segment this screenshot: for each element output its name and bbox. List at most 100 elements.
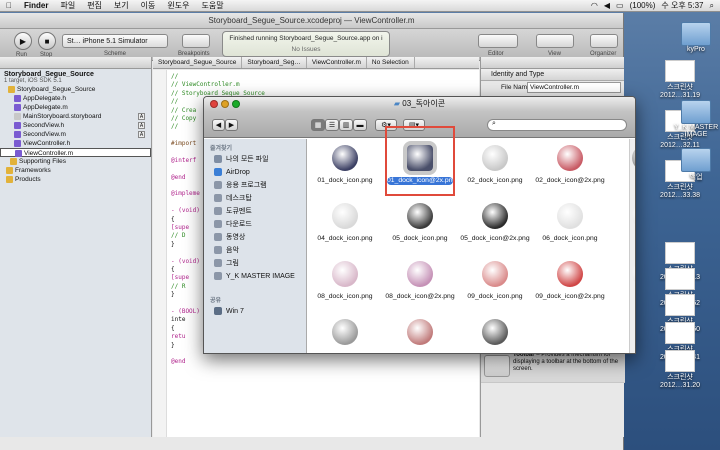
navigator-item[interactable]: AppDelegate.h <box>0 94 151 103</box>
file-item[interactable]: 01_dock_icon.png <box>308 143 382 198</box>
file-item[interactable]: 09_dock_icon@2x.png <box>533 259 607 314</box>
status-text: Finished running Storyboard_Segue_Source… <box>229 35 383 42</box>
search-input[interactable]: ⌕ <box>487 119 627 131</box>
file-item[interactable]: 02_dock_icon@2x.png <box>533 143 607 198</box>
desktop-screenshot[interactable]: 스크린샷 2012…31.19 <box>652 60 708 99</box>
inspector-tabs[interactable] <box>481 57 624 69</box>
jump-selection[interactable]: No Selection <box>367 57 415 68</box>
coverflow-button[interactable]: ▬ <box>353 119 367 131</box>
file-item[interactable]: 05_dock_icon.png <box>383 201 457 256</box>
menu-help[interactable]: 도움말 <box>195 0 229 11</box>
project-header[interactable]: Storyboard_Segue_Source 1 target, iOS SD… <box>0 69 151 84</box>
navigator-item[interactable]: Products <box>0 175 151 184</box>
sidebar-item[interactable]: 데스크탑 <box>204 192 306 205</box>
navigator-tabs[interactable] <box>0 57 151 69</box>
editor-gutter[interactable] <box>153 70 167 437</box>
scheme-selector[interactable]: St… iPhone 5.1 Simulator <box>62 34 168 48</box>
wifi-icon[interactable]: ◠ <box>591 1 598 10</box>
file-item[interactable]: 09_dock_icon.png <box>458 259 532 314</box>
file-item[interactable] <box>458 317 532 353</box>
desktop-folder[interactable]: Y_K MASTER IMAGE <box>668 100 720 138</box>
minimize-icon[interactable] <box>221 100 229 108</box>
sidebar-item[interactable]: Win 7 <box>204 305 306 318</box>
file-item[interactable]: 04_dock_icon.png <box>308 201 382 256</box>
navigator-item[interactable]: Storyboard_Segue_Source <box>0 85 151 94</box>
desktop-screenshot[interactable]: 스크린샷 2012…31.20 <box>652 350 708 389</box>
sidebar-place-icon <box>214 181 222 190</box>
file-item[interactable] <box>308 317 382 353</box>
sidebar-item-label: 데스크탑 <box>226 195 252 202</box>
organizer-button[interactable] <box>590 34 618 48</box>
sidebar-item[interactable]: 동영상 <box>204 231 306 244</box>
sidebar-item[interactable]: 도큐멘트 <box>204 205 306 218</box>
view-segment[interactable] <box>536 34 574 48</box>
file-item[interactable]: 03_do <box>608 143 635 198</box>
navigator-item[interactable]: ViewController.m <box>0 148 151 157</box>
clock[interactable]: 수 오후 5:37 <box>661 0 703 11</box>
forward-button[interactable]: ▶ <box>225 119 238 131</box>
file-item[interactable]: 08_dock_icon@2x.png <box>383 259 457 314</box>
desktop-folder[interactable]: kyPro <box>668 22 720 53</box>
navigator-item[interactable]: SecondView.h A <box>0 121 151 130</box>
navigator-item[interactable]: Frameworks <box>0 166 151 175</box>
run-button[interactable]: ▶ <box>14 32 32 50</box>
breakpoints-button[interactable] <box>182 34 210 48</box>
desktop-icon-label: 백업 <box>689 174 703 181</box>
desktop-icon-sub: 2012…31.19 <box>659 92 701 99</box>
file-item[interactable] <box>383 317 457 353</box>
file-item[interactable]: 06_dock_icon.png <box>533 201 607 256</box>
sidebar-item[interactable]: 음악 <box>204 244 306 257</box>
sidebar-item[interactable]: 나의 모든 파일 <box>204 153 306 166</box>
menu-finder[interactable]: Finder <box>18 1 54 10</box>
battery-icon[interactable]: ▭ <box>616 1 624 10</box>
sidebar-item[interactable]: 그림 <box>204 257 306 270</box>
menu-edit[interactable]: 편집 <box>81 0 108 11</box>
file-name-label: 06_dock_icon.png <box>542 235 598 242</box>
desktop-folder[interactable]: 백업 <box>668 148 720 182</box>
spotlight-icon[interactable]: ⌕ <box>710 1 714 11</box>
sidebar-item[interactable]: 다운로드 <box>204 218 306 231</box>
menu-window[interactable]: 윈도우 <box>161 0 195 11</box>
icon-view-button[interactable]: ▦ <box>311 119 325 131</box>
editor-segment[interactable] <box>478 34 518 48</box>
jump-project[interactable]: Storyboard_Segue_Source <box>153 57 243 68</box>
battery-percent: (100%) <box>629 1 656 10</box>
file-grid: 01_dock_icon.png 01_dock_icon@2x.png 02_do… <box>308 126 635 353</box>
apple-menu-icon[interactable]:  <box>0 1 18 10</box>
sidebar-item[interactable]: Y_K MASTER IMAGE <box>204 270 306 283</box>
file-name-label: 01_dock_icon.png <box>317 177 373 184</box>
jump-file[interactable]: ViewController.m <box>307 57 367 68</box>
list-view-button[interactable]: ☰ <box>325 119 339 131</box>
zoom-icon[interactable] <box>232 100 240 108</box>
menu-file[interactable]: 파일 <box>54 0 81 11</box>
file-name-field[interactable]: ViewController.m <box>527 82 621 93</box>
file-item[interactable]: 02_dock_icon.png <box>458 143 532 198</box>
file-item[interactable]: 05_dock_icon@2x.png <box>458 201 532 256</box>
navigator-item[interactable]: Supporting Files <box>0 157 151 166</box>
sidebar-item[interactable]: 응용 프로그램 <box>204 179 306 192</box>
navigator-item[interactable]: AppDelegate.m <box>0 103 151 112</box>
navigator-item[interactable]: ViewController.h <box>0 139 151 148</box>
close-icon[interactable] <box>210 100 218 108</box>
jump-group[interactable]: Storyboard_Seg… <box>242 57 307 68</box>
png-thumbnail-icon <box>482 145 508 171</box>
menu-view[interactable]: 보기 <box>108 0 135 11</box>
file-item[interactable]: 08_dock_icon.png <box>308 259 382 314</box>
project-name: Storyboard_Segue_Source <box>4 71 94 78</box>
sidebar-place-icon <box>214 272 222 281</box>
navigator-item[interactable]: MainStoryboard.storyboard A <box>0 112 151 121</box>
menu-go[interactable]: 이동 <box>135 0 162 11</box>
sidebar-place-icon <box>214 207 222 216</box>
column-view-button[interactable]: ▥ <box>339 119 353 131</box>
file-item[interactable]: 06_do <box>608 201 635 256</box>
library-item[interactable]: Toolbar – Provides a mechanism for displ… <box>481 349 625 383</box>
source-file-icon <box>14 112 21 120</box>
file-item[interactable]: 10_do <box>608 259 635 314</box>
navigator-item[interactable]: SecondView.m A <box>0 130 151 139</box>
identity-section-header[interactable]: Identity and Type <box>481 69 624 81</box>
stop-button[interactable]: ■ <box>38 32 56 50</box>
back-button[interactable]: ◀ <box>212 119 225 131</box>
volume-icon[interactable]: ◀ <box>604 1 610 10</box>
folder-icon <box>681 22 711 46</box>
sidebar-item[interactable]: AirDrop <box>204 166 306 179</box>
